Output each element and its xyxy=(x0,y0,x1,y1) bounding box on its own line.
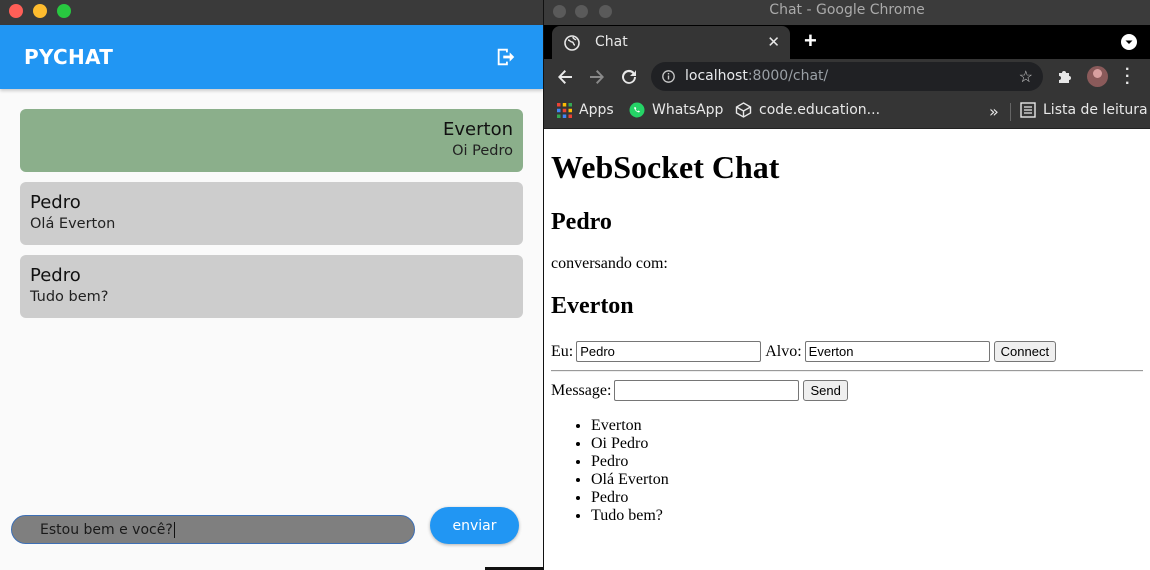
cube-icon xyxy=(735,102,752,118)
message-bubble: Pedro Tudo bem? xyxy=(20,255,523,318)
message-text: Oi Pedro xyxy=(452,143,513,159)
address-bar[interactable]: localhost:8000/chat/ ☆ xyxy=(651,62,1043,91)
send-button[interactable]: enviar xyxy=(430,507,519,544)
chrome-titlebar: Chat - Google Chrome xyxy=(544,0,1150,25)
log-item: Everton xyxy=(591,417,669,435)
info-icon[interactable] xyxy=(662,70,675,83)
app-bar: PYCHAT xyxy=(0,25,543,89)
message-author: Pedro xyxy=(30,192,81,213)
avatar-face xyxy=(1093,69,1102,78)
logout-icon[interactable] xyxy=(495,46,517,68)
profile-avatar[interactable] xyxy=(1087,66,1108,87)
message-input[interactable]: Estou bem e você? xyxy=(11,515,415,544)
page-content: WebSocket Chat Pedro conversando com: Ev… xyxy=(544,129,1150,570)
target-input[interactable] xyxy=(804,341,990,362)
bookmark-label: Apps xyxy=(579,102,614,118)
browser-toolbar: localhost:8000/chat/ ☆ · · · xyxy=(544,59,1150,94)
bookmark-star-icon[interactable]: ☆ xyxy=(1019,67,1033,87)
log-item: Olá Everton xyxy=(591,471,669,489)
message-bubble: Everton Oi Pedro xyxy=(20,109,523,172)
maximize-window-button[interactable] xyxy=(57,4,71,18)
log-item: Oi Pedro xyxy=(591,435,669,453)
log-item: Tudo bem? xyxy=(591,507,669,525)
close-window-button[interactable] xyxy=(9,4,23,18)
reload-icon[interactable] xyxy=(619,67,639,87)
connect-form: Eu: Alvo: Connect xyxy=(551,341,1057,362)
bookmark-apps[interactable]: Apps xyxy=(557,102,614,118)
more-menu-icon[interactable]: · · · xyxy=(1125,62,1130,92)
bookmark-label: WhatsApp xyxy=(652,102,724,118)
globe-icon xyxy=(564,35,580,51)
url-text: localhost:8000/chat/ xyxy=(685,68,829,84)
chevron-down-icon xyxy=(1125,40,1133,44)
me-label: Eu: xyxy=(551,342,574,360)
more-bookmarks-chevron-icon[interactable]: » xyxy=(989,102,999,121)
new-tab-button[interactable]: + xyxy=(804,30,817,52)
message-form: Message: Send xyxy=(551,380,848,401)
text-caret xyxy=(173,521,175,538)
horizontal-rule xyxy=(551,370,1143,372)
app-title: PYCHAT xyxy=(24,45,114,69)
conversing-label: conversando com: xyxy=(551,255,668,272)
target-label: Alvo: xyxy=(765,342,802,360)
bookmark-code-education[interactable]: code.education... xyxy=(735,102,880,118)
message-text: Tudo bem? xyxy=(30,289,109,305)
message-label: Message: xyxy=(551,381,612,399)
page-heading: WebSocket Chat xyxy=(551,149,780,185)
bookmarks-separator xyxy=(1010,103,1011,121)
message-input-value: Estou bem e você? xyxy=(40,521,173,538)
me-input[interactable] xyxy=(576,341,762,362)
window-title: Chat - Google Chrome xyxy=(769,2,925,18)
bookmark-label: Lista de leitura xyxy=(1043,102,1148,118)
minimize-window-button[interactable] xyxy=(33,4,47,18)
tab-search-button[interactable] xyxy=(1121,34,1137,50)
extensions-icon[interactable] xyxy=(1056,67,1074,85)
tab-label: Chat xyxy=(595,34,628,50)
target-user-heading: Everton xyxy=(551,293,634,319)
reading-list[interactable]: Lista de leitura xyxy=(1020,102,1148,118)
app-titlebar xyxy=(0,0,543,25)
log-item: Pedro xyxy=(591,489,669,507)
current-user-heading: Pedro xyxy=(551,209,612,235)
tab-chat[interactable]: Chat ✕ xyxy=(552,26,790,59)
log-item: Pedro xyxy=(591,453,669,471)
message-text: Olá Everton xyxy=(30,216,116,232)
forward-arrow-icon[interactable] xyxy=(587,67,607,87)
message-bubble: Pedro Olá Everton xyxy=(20,182,523,245)
message-input-field[interactable] xyxy=(614,380,800,401)
message-author: Pedro xyxy=(30,265,81,286)
chrome-window: Chat - Google Chrome Chat ✕ + localhost:… xyxy=(544,0,1150,570)
message-log: Everton Oi Pedro Pedro Olá Everton Pedro… xyxy=(591,417,669,525)
reading-list-icon xyxy=(1020,102,1036,118)
bookmark-label: code.education... xyxy=(759,102,881,118)
tab-strip: Chat ✕ + xyxy=(544,25,1150,59)
back-arrow-icon[interactable] xyxy=(555,67,575,87)
bookmarks-bar: Apps WhatsApp code.education... » Lista … xyxy=(544,94,1150,129)
apps-grid-icon xyxy=(557,102,572,118)
pychat-window: PYCHAT Everton Oi Pedro Pedro Olá Everto… xyxy=(0,0,543,570)
close-tab-icon[interactable]: ✕ xyxy=(767,33,780,51)
message-author: Everton xyxy=(443,119,513,140)
send-button[interactable]: Send xyxy=(803,380,848,401)
connect-button[interactable]: Connect xyxy=(993,341,1057,362)
bookmark-whatsapp[interactable]: WhatsApp xyxy=(629,102,723,118)
whatsapp-icon xyxy=(629,102,645,118)
